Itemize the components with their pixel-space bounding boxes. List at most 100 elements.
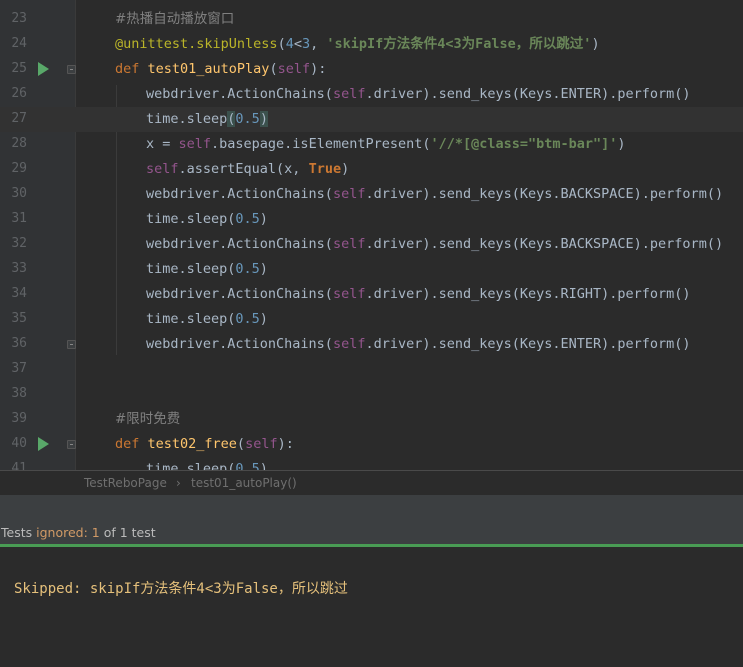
code-token: ) <box>617 136 626 152</box>
code-token: webdriver.ActionChains( <box>146 186 333 202</box>
code-token: time.sleep( <box>146 211 236 227</box>
line-number: 33 <box>11 261 27 276</box>
code-token: ( <box>277 36 286 52</box>
breadcrumb-method[interactable]: test01_autoPlay() <box>191 476 297 490</box>
code-line[interactable]: 41 time.sleep(0.5) <box>0 457 743 470</box>
code-line[interactable]: 29 self.assertEqual(x, True) <box>0 157 743 182</box>
code-token: ) <box>259 311 268 327</box>
code-token: ) <box>259 211 268 227</box>
code-token: self <box>245 436 278 452</box>
code-text: self.assertEqual(x, True) <box>146 160 349 178</box>
code-text: def test02_free(self): <box>115 435 294 453</box>
code-token: time.sleep <box>146 111 228 127</box>
code-line[interactable]: 34 webdriver.ActionChains(self.driver).se… <box>0 282 743 307</box>
code-token: True <box>308 161 342 177</box>
code-line[interactable]: 36 webdriver.ActionChains(self.driver).se… <box>0 332 743 357</box>
skip-message: Skipped: skipIf方法条件4<3为False，所以跳过 <box>14 581 348 597</box>
code-text: time.sleep(0.5) <box>146 460 268 470</box>
code-line[interactable]: 40 def test02_free(self): <box>0 432 743 457</box>
code-token: ( <box>236 436 246 452</box>
code-line[interactable]: 30 webdriver.ActionChains(self.driver).se… <box>0 182 743 207</box>
code-token: webdriver.ActionChains( <box>146 86 333 102</box>
code-token: , <box>310 36 327 52</box>
code-token: .basepage.isElementPresent( <box>211 136 431 152</box>
code-text: time.sleep(0.5) <box>146 110 268 128</box>
line-number: 36 <box>11 336 27 351</box>
fold-icon[interactable] <box>67 65 76 74</box>
status-prefix: Tests <box>1 525 37 540</box>
code-text: #热播自动播放窗口 <box>115 10 234 28</box>
run-tool-strip <box>0 495 743 522</box>
code-line[interactable]: 24 @unittest.skipUnless(4<3, 'skipIf方法条件4… <box>0 32 743 57</box>
code-token: '//*[@class="btm-bar"]' <box>430 136 618 152</box>
line-number: 25 <box>11 61 27 76</box>
code-token: self <box>332 286 366 302</box>
code-token: test01_autoPlay <box>147 61 270 77</box>
code-token: ) <box>259 111 268 127</box>
code-token: 0.5 <box>235 261 260 277</box>
code-token: self <box>277 61 311 77</box>
code-token: def <box>115 61 148 77</box>
code-token: #限时免费 <box>115 411 181 427</box>
code-line[interactable]: 26 webdriver.ActionChains(self.driver).se… <box>0 82 743 107</box>
code-token: .assertEqual(x, <box>178 161 309 177</box>
code-line[interactable]: 23 #热播自动播放窗口 <box>0 7 743 32</box>
run-test-icon[interactable] <box>38 437 49 451</box>
code-token: .driver).send_keys(Keys.ENTER).perform() <box>365 336 691 352</box>
line-number: 31 <box>11 211 27 226</box>
code-token: ) <box>591 36 600 52</box>
code-token: ): <box>310 61 327 77</box>
code-line[interactable]: 39 #限时免费 <box>0 407 743 432</box>
code-line[interactable]: 33 time.sleep(0.5) <box>0 257 743 282</box>
breadcrumb-class[interactable]: TestReboPage <box>84 476 167 490</box>
line-number: 29 <box>11 161 27 176</box>
code-line[interactable]: 35 time.sleep(0.5) <box>0 307 743 332</box>
code-line[interactable]: 31 time.sleep(0.5) <box>0 207 743 232</box>
code-token: .driver).send_keys(Keys.RIGHT).perform() <box>365 286 691 302</box>
code-line[interactable]: 28 x = self.basepage.isElementPresent('//… <box>0 132 743 157</box>
code-token: ) <box>341 161 350 177</box>
code-token: webdriver.ActionChains( <box>146 286 333 302</box>
status-ignored-count: ignored: 1 <box>36 525 100 540</box>
code-line[interactable]: 27 time.sleep(0.5) <box>0 107 743 132</box>
code-token: test02_free <box>147 436 237 452</box>
code-token: self <box>178 136 212 152</box>
code-token: def <box>115 436 148 452</box>
code-token: ( <box>269 61 278 77</box>
status-suffix: of 1 test <box>99 525 156 540</box>
fold-icon[interactable] <box>67 340 76 349</box>
code-text: x = self.basepage.isElementPresent('//*[… <box>146 135 626 153</box>
code-line[interactable]: 25 def test01_autoPlay(self): <box>0 57 743 82</box>
line-number: 34 <box>11 286 27 301</box>
code-editor[interactable]: 23 #热播自动播放窗口 24 @unittest.skipUnless(4<3, '… <box>0 0 743 470</box>
code-token: 3 <box>301 36 311 52</box>
code-token: .driver).send_keys(Keys.ENTER).perform() <box>365 86 691 102</box>
line-number: 35 <box>11 311 27 326</box>
code-token: time.sleep( <box>146 461 236 470</box>
console-output[interactable]: Skipped: skipIf方法条件4<3为False，所以跳过 <box>0 547 743 667</box>
code-text: webdriver.ActionChains(self.driver).send… <box>146 185 723 203</box>
line-number: 37 <box>11 361 27 376</box>
code-line[interactable]: 32 webdriver.ActionChains(self.driver).se… <box>0 232 743 257</box>
breadcrumb: TestReboPage › test01_autoPlay() <box>0 470 743 496</box>
line-number: 39 <box>11 411 27 426</box>
code-token: .driver).send_keys(Keys.BACKSPACE).perfo… <box>365 186 724 202</box>
fold-icon[interactable] <box>67 440 76 449</box>
code-text: webdriver.ActionChains(self.driver).send… <box>146 285 691 303</box>
code-text: #限时免费 <box>115 410 180 428</box>
run-test-icon[interactable] <box>38 62 49 76</box>
line-number: 41 <box>11 461 27 470</box>
code-token: 0.5 <box>235 111 260 127</box>
code-token: 4 <box>285 36 294 52</box>
code-text: webdriver.ActionChains(self.driver).send… <box>146 335 691 353</box>
code-token: self <box>332 336 366 352</box>
code-token: self <box>332 236 366 252</box>
code-line[interactable]: 38 <box>0 382 743 407</box>
code-token: 0.5 <box>235 461 260 470</box>
code-text: time.sleep(0.5) <box>146 260 268 278</box>
code-text: webdriver.ActionChains(self.driver).send… <box>146 85 691 103</box>
code-token: self <box>332 86 366 102</box>
code-line[interactable]: 37 <box>0 357 743 382</box>
line-number: 32 <box>11 236 27 251</box>
code-token: 0.5 <box>235 211 260 227</box>
